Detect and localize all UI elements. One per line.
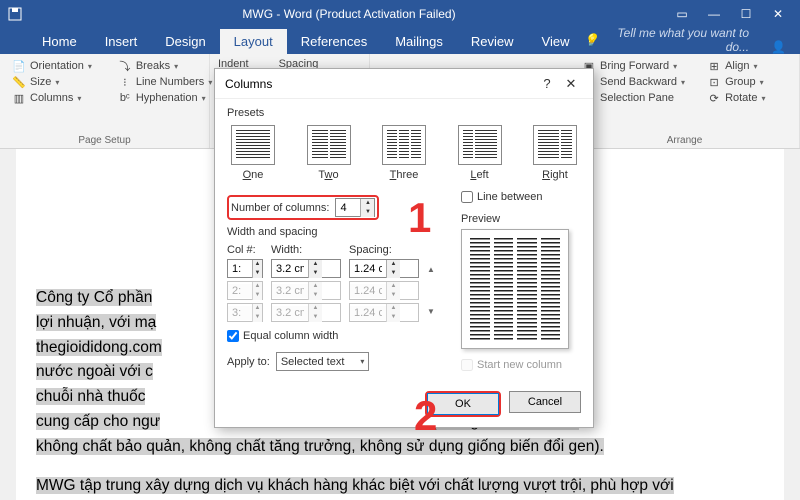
align-button[interactable]: ⊞Align▾ — [703, 58, 769, 74]
breaks-icon: ⤵ — [118, 59, 132, 73]
col2-width: ▲▼ — [271, 281, 341, 300]
scroll-down-icon[interactable]: ▼ — [427, 307, 441, 317]
ok-button[interactable]: OK — [427, 393, 499, 415]
tab-view[interactable]: View — [528, 29, 584, 54]
window-title: MWG - Word (Product Activation Failed) — [30, 7, 668, 21]
share-button[interactable]: 👤 — [757, 40, 800, 54]
line-numbers-icon: ⁝ — [118, 75, 132, 89]
chevron-down-icon: ▾ — [360, 357, 364, 366]
minimize-icon[interactable]: — — [700, 7, 728, 21]
group-icon: ⊡ — [707, 75, 721, 89]
col3-num: ▲▼ — [227, 303, 263, 322]
rotate-icon: ⟳ — [707, 91, 721, 105]
start-new-label: Start new column — [477, 359, 562, 371]
num-cols-label: Number of columns: — [231, 202, 329, 214]
title-bar: MWG - Word (Product Activation Failed) ▭… — [0, 0, 800, 28]
cancel-button[interactable]: Cancel — [509, 391, 581, 413]
tab-mailings[interactable]: Mailings — [381, 29, 457, 54]
num-cols-spinner[interactable]: ▲▼ — [335, 198, 375, 217]
orientation-button[interactable]: 📄Orientation▾ — [8, 58, 96, 74]
tell-me[interactable]: 💡 Tell me what you want to do... — [583, 26, 757, 54]
preset-right[interactable]: Right — [533, 125, 577, 181]
col2-spacing: ▲▼ — [349, 281, 419, 300]
columns-button[interactable]: ▥Columns▾ — [8, 90, 96, 106]
scroll-up-icon[interactable]: ▲ — [427, 265, 441, 275]
tab-home[interactable]: Home — [28, 29, 91, 54]
dialog-title: Columns — [225, 77, 535, 91]
group-button[interactable]: ⊡Group▾ — [703, 74, 769, 90]
line-between-checkbox[interactable] — [461, 191, 473, 203]
preset-one[interactable]: One — [231, 125, 275, 181]
presets-label: Presets — [227, 107, 581, 119]
equal-width-checkbox[interactable] — [227, 330, 239, 342]
save-icon[interactable] — [8, 7, 22, 21]
col1-num[interactable]: ▲▼ — [227, 259, 263, 278]
spin-down-icon[interactable]: ▼ — [361, 208, 374, 217]
start-new-checkbox — [461, 359, 473, 371]
hyphenation-button[interactable]: bᶜHyphenation▾ — [114, 90, 217, 106]
tab-references[interactable]: References — [287, 29, 381, 54]
rotate-button[interactable]: ⟳Rotate▾ — [703, 90, 769, 106]
help-icon[interactable]: ? — [535, 76, 559, 91]
tab-layout[interactable]: Layout — [220, 29, 287, 54]
maximize-icon[interactable]: ☐ — [732, 7, 760, 21]
tab-insert[interactable]: Insert — [91, 29, 152, 54]
num-cols-input[interactable] — [336, 201, 360, 215]
ribbon-tabs: Home Insert Design Layout References Mai… — [0, 28, 800, 54]
columns-dialog: Columns ? ✕ Presets One Two Three Left — [214, 68, 594, 428]
lightbulb-icon: 💡 — [583, 33, 598, 47]
columns-icon: ▥ — [12, 91, 26, 105]
line-numbers-button[interactable]: ⁝Line Numbers▾ — [114, 74, 217, 90]
arrange-label: Arrange — [578, 135, 791, 146]
size-button[interactable]: 📏Size▾ — [8, 74, 96, 90]
col3-spacing: ▲▼ — [349, 303, 419, 322]
page-setup-label: Page Setup — [8, 135, 201, 146]
tab-design[interactable]: Design — [151, 29, 219, 54]
line-between-label: Line between — [477, 191, 542, 203]
send-backward-button[interactable]: ▢Send Backward▾ — [578, 74, 689, 90]
breaks-button[interactable]: ⤵Breaks▾ — [114, 58, 217, 74]
preset-left[interactable]: Left — [458, 125, 502, 181]
size-icon: 📏 — [12, 75, 26, 89]
width-spacing-label: Width and spacing — [227, 226, 441, 238]
bring-forward-button[interactable]: ▣Bring Forward▾ — [578, 58, 689, 74]
col1-width[interactable]: ▲▼ — [271, 259, 341, 278]
selection-pane-button[interactable]: ▤Selection Pane — [578, 90, 689, 106]
apply-to-label: Apply to: — [227, 356, 270, 368]
preset-three[interactable]: Three — [382, 125, 426, 181]
spin-up-icon[interactable]: ▲ — [361, 199, 374, 208]
col3-width: ▲▼ — [271, 303, 341, 322]
col1-spacing[interactable]: ▲▼ — [349, 259, 419, 278]
apply-to-select[interactable]: Selected text ▾ — [276, 352, 370, 371]
tab-review[interactable]: Review — [457, 29, 528, 54]
ribbon-options-icon[interactable]: ▭ — [668, 7, 696, 21]
hyphenation-icon: bᶜ — [118, 91, 132, 105]
preview-label: Preview — [461, 213, 581, 225]
orientation-icon: 📄 — [12, 59, 26, 73]
close-icon[interactable]: ✕ — [764, 7, 792, 21]
col2-num: ▲▼ — [227, 281, 263, 300]
preview-image — [461, 229, 569, 349]
dialog-close-icon[interactable]: ✕ — [559, 76, 583, 92]
equal-width-label: Equal column width — [243, 330, 338, 342]
align-icon: ⊞ — [707, 59, 721, 73]
preset-two[interactable]: Two — [307, 125, 351, 181]
